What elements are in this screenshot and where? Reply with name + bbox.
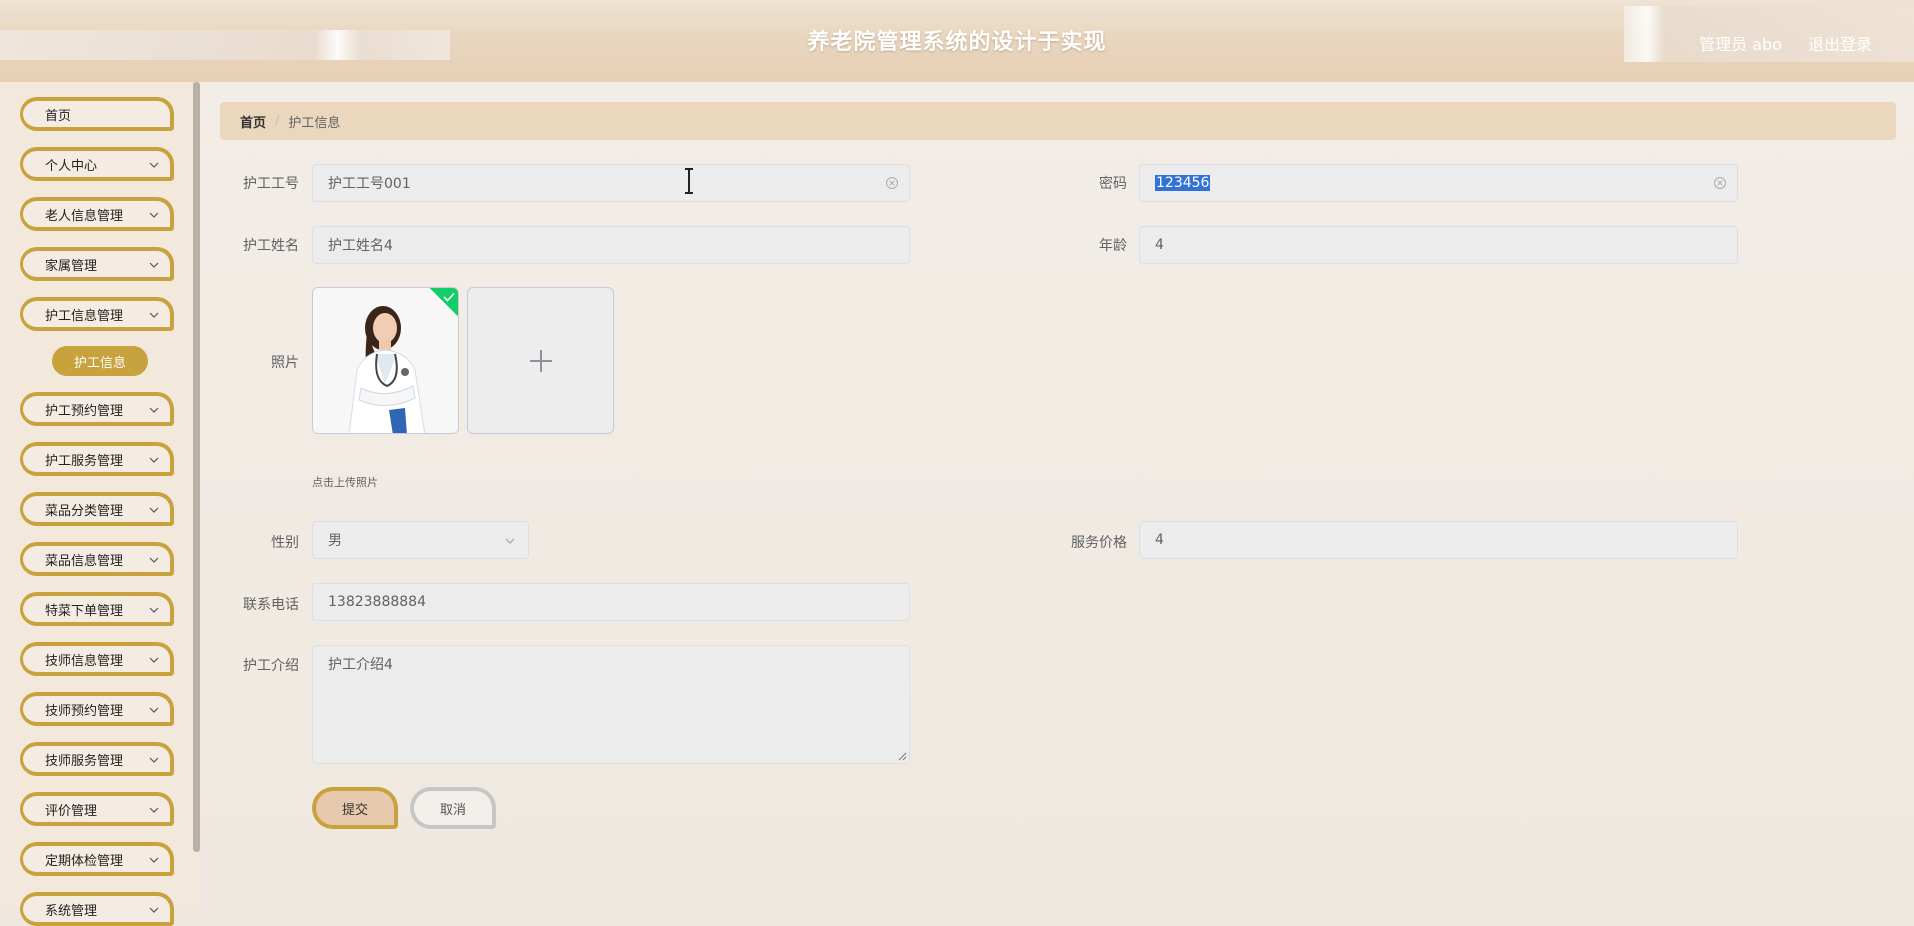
sidebar-item-14[interactable]: 定期体检管理 (20, 842, 174, 876)
intro-textarea[interactable]: 护工介绍4 (312, 645, 910, 764)
chevron-down-icon (149, 857, 159, 863)
sidebar-item-8[interactable]: 菜品信息管理 (20, 542, 174, 576)
sidebar-item-7[interactable]: 菜品分类管理 (20, 492, 174, 526)
gender-select[interactable]: 男 (312, 521, 529, 559)
sidebar-item-11[interactable]: 技师预约管理 (20, 692, 174, 726)
nurse-portrait-image (313, 288, 458, 433)
cancel-button[interactable]: 取消 (410, 787, 496, 829)
chevron-down-icon (149, 312, 159, 318)
sidebar-item-13[interactable]: 评价管理 (20, 792, 174, 826)
breadcrumb-current: 护工信息 (288, 115, 341, 131)
clear-icon[interactable] (1713, 176, 1727, 190)
sidebar-item-5[interactable]: 护工预约管理 (20, 392, 174, 426)
age-label: 年龄 (1099, 238, 1127, 254)
chevron-down-icon (149, 757, 159, 763)
chevron-down-icon (149, 607, 159, 613)
breadcrumb-separator: / (275, 113, 280, 129)
password-value: 123456 (1155, 175, 1211, 191)
sidebar-item-2[interactable]: 老人信息管理 (20, 197, 174, 231)
sidebar-subitem-worker-info[interactable]: 护工信息 (52, 346, 148, 376)
chevron-down-icon (149, 262, 159, 268)
sidebar-item-label: 护工预约管理 (45, 403, 124, 419)
photo-upload-hint: 点击上传照片 (312, 476, 378, 489)
sidebar-item-label: 定期体检管理 (45, 853, 124, 869)
sidebar-item-12[interactable]: 技师服务管理 (20, 742, 174, 776)
breadcrumb-home[interactable]: 首页 (240, 112, 266, 131)
sidebar-item-label: 首页 (45, 108, 72, 124)
age-input[interactable]: 4 (1139, 226, 1738, 264)
sidebar-item-0[interactable]: 首页 (20, 97, 174, 131)
chevron-down-icon (149, 707, 159, 713)
sidebar-item-label: 评价管理 (45, 803, 98, 819)
chevron-down-icon (149, 507, 159, 513)
sidebar-item-label: 护工服务管理 (45, 453, 124, 469)
gender-label: 性别 (271, 535, 299, 551)
main-content (200, 82, 1914, 908)
sidebar-item-10[interactable]: 技师信息管理 (20, 642, 174, 676)
sidebar-item-15[interactable]: 系统管理 (20, 892, 174, 926)
chevron-down-icon (505, 538, 515, 544)
chevron-down-icon (149, 807, 159, 813)
intro-value: 护工介绍4 (328, 657, 393, 673)
sidebar-item-3[interactable]: 家属管理 (20, 247, 174, 281)
app-title: 养老院管理系统的设计于实现 (807, 30, 1107, 55)
age-value: 4 (1155, 237, 1164, 253)
worker-name-input[interactable]: 护工姓名4 (312, 226, 910, 264)
sidebar-item-label: 老人信息管理 (45, 208, 124, 224)
chevron-down-icon (149, 907, 159, 913)
clear-icon[interactable] (885, 176, 899, 190)
photo-label: 照片 (271, 355, 299, 371)
sidebar-item-9[interactable]: 特菜下单管理 (20, 592, 174, 626)
service-price-value: 4 (1155, 532, 1164, 548)
chevron-down-icon (149, 212, 159, 218)
uploaded-photo[interactable] (312, 287, 459, 434)
sidebar-item-label: 技师预约管理 (45, 703, 124, 719)
password-input[interactable]: 123456 (1139, 164, 1738, 202)
app-header: 养老院管理系统的设计于实现 管理员 abo 退出登录 (0, 0, 1914, 82)
chevron-down-icon (149, 162, 159, 168)
phone-label: 联系电话 (243, 597, 299, 613)
current-user: 管理员 abo (1699, 35, 1782, 54)
intro-label: 护工介绍 (243, 658, 299, 674)
service-price-label: 服务价格 (1071, 535, 1127, 551)
password-label: 密码 (1099, 176, 1127, 192)
sidebar-item-label: 特菜下单管理 (45, 603, 124, 619)
sidebar-item-1[interactable]: 个人中心 (20, 147, 174, 181)
plus-icon (529, 349, 552, 372)
worker-id-label: 护工工号 (243, 176, 299, 192)
sidebar-item-label: 菜品信息管理 (45, 553, 124, 569)
sidebar-item-label: 系统管理 (45, 903, 98, 919)
sidebar-item-6[interactable]: 护工服务管理 (20, 442, 174, 476)
check-icon (443, 292, 455, 302)
sidebar-item-label: 家属管理 (45, 258, 98, 274)
logout-link[interactable]: 退出登录 (1808, 31, 1872, 55)
text-cursor-icon (685, 168, 693, 194)
sidebar-item-label: 护工信息管理 (45, 308, 124, 324)
phone-value: 13823888884 (328, 594, 426, 610)
sidebar-item-4[interactable]: 护工信息管理 (20, 297, 174, 331)
chevron-down-icon (149, 657, 159, 663)
chevron-down-icon (149, 557, 159, 563)
phone-input[interactable]: 13823888884 (312, 583, 910, 621)
service-price-input[interactable]: 4 (1139, 521, 1738, 559)
sidebar-item-label: 个人中心 (45, 158, 98, 174)
photo-upload-button[interactable] (467, 287, 614, 434)
breadcrumb: 首页 / 护工信息 (220, 102, 1896, 140)
sidebar-scrollbar[interactable] (193, 82, 200, 852)
gender-value: 男 (328, 533, 342, 549)
worker-id-input[interactable]: 护工工号001 (312, 164, 910, 202)
submit-button[interactable]: 提交 (312, 787, 398, 829)
worker-id-value: 护工工号001 (328, 176, 411, 192)
chevron-down-icon (149, 407, 159, 413)
sidebar-item-label: 菜品分类管理 (45, 503, 124, 519)
sidebar-item-label: 技师信息管理 (45, 653, 124, 669)
chevron-down-icon (149, 457, 159, 463)
sidebar-item-label: 技师服务管理 (45, 753, 124, 769)
worker-name-label: 护工姓名 (243, 238, 299, 254)
resize-handle-icon[interactable] (897, 751, 907, 761)
worker-name-value: 护工姓名4 (328, 238, 393, 254)
